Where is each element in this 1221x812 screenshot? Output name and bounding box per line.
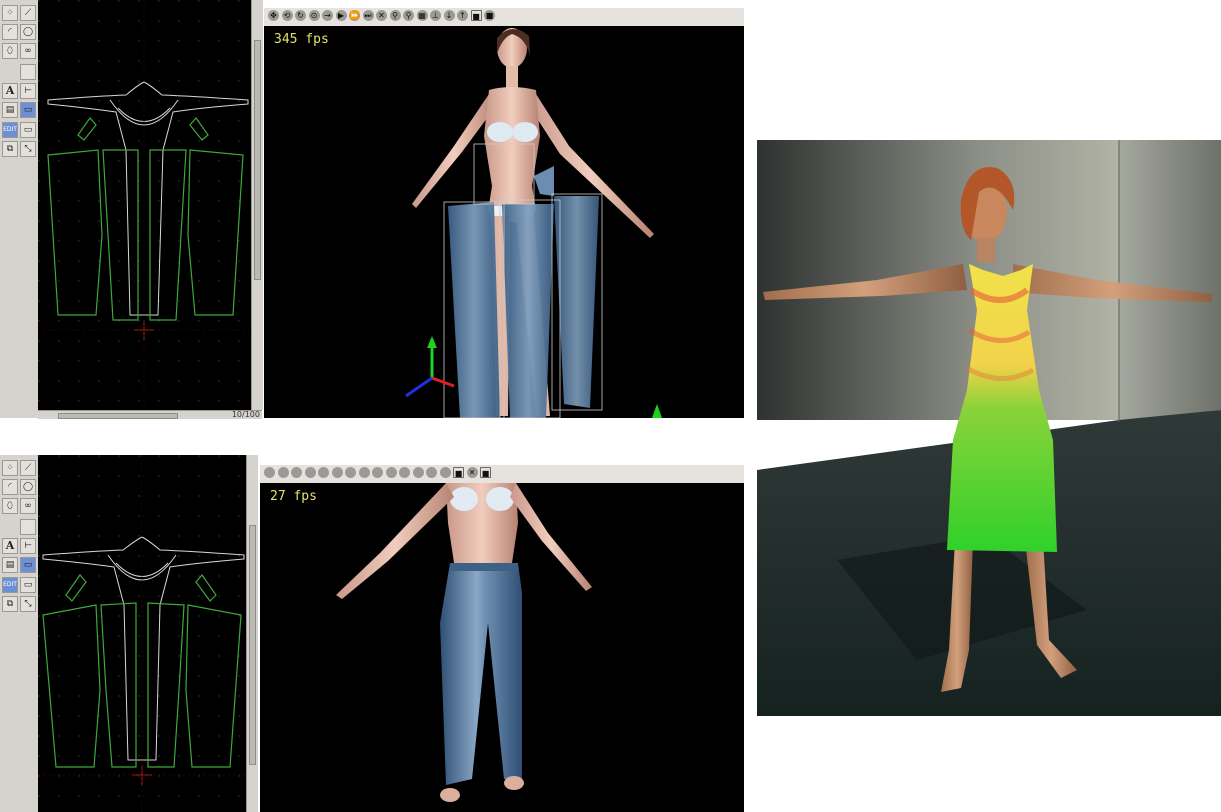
- viewport-toolbar: ✥ ⟲ ↻ ⊙ → ▶ ⏩ ⏭ ✕ ⚲ ⚲ ▦ ⊥ ↓ ↑ ■ ■: [264, 8, 744, 27]
- sim-icon[interactable]: [291, 467, 302, 478]
- window-icon[interactable]: ▭: [20, 557, 36, 573]
- record-icon[interactable]: ■: [480, 467, 491, 478]
- measure-icon[interactable]: ▭: [20, 122, 36, 138]
- record-icon[interactable]: ■: [470, 10, 482, 21]
- curve-icon[interactable]: ◜: [2, 24, 18, 40]
- 3d-viewport[interactable]: 345 fps: [264, 26, 744, 418]
- scroll-thumb[interactable]: [58, 413, 178, 419]
- ellipse-icon[interactable]: ⬯: [2, 498, 18, 514]
- circle-icon[interactable]: ◯: [20, 479, 36, 495]
- transform-icon[interactable]: ⤡: [20, 596, 36, 612]
- play-icon[interactable]: ▶: [335, 10, 347, 21]
- move-icon[interactable]: ✥: [268, 10, 279, 21]
- tool-palette: ⁘ ⟋ ◜ ◯ ⬯ ∞ A ⊢ ▤ ▭ EDIT ▭ ⧉ ⤡: [0, 455, 39, 812]
- symmetry-icon[interactable]: ∞: [20, 43, 36, 59]
- scroll-thumb[interactable]: [249, 525, 256, 765]
- pattern-vertical-scrollbar[interactable]: [251, 0, 263, 410]
- window-icon[interactable]: ▭: [20, 102, 36, 118]
- line-icon[interactable]: ⟋: [20, 5, 36, 21]
- sim-icon[interactable]: [304, 467, 316, 478]
- points-icon[interactable]: ⁘: [2, 460, 18, 476]
- stop-icon[interactable]: ■: [453, 467, 464, 478]
- symmetry-icon[interactable]: ∞: [20, 498, 36, 514]
- dress-render-image: [757, 140, 1221, 716]
- arrow-right-icon[interactable]: →: [322, 10, 333, 21]
- skip-icon[interactable]: ⏭: [362, 10, 374, 21]
- sim-icon[interactable]: [277, 467, 289, 478]
- blank-icon[interactable]: [20, 519, 36, 535]
- sim-icon[interactable]: [331, 467, 343, 478]
- pattern-horizontal-scrollbar[interactable]: 10/100: [38, 410, 262, 419]
- pattern-drawing: [38, 0, 251, 410]
- layer-icon[interactable]: ▤: [2, 102, 18, 118]
- grid-icon[interactable]: ▦: [416, 10, 428, 21]
- fps-counter: 27 fps: [270, 489, 317, 504]
- rotate-icon[interactable]: ⟲: [281, 10, 293, 21]
- circle-icon[interactable]: ◯: [20, 24, 36, 40]
- text-tool-icon[interactable]: A: [2, 538, 18, 554]
- 3d-viewport[interactable]: 27 fps: [260, 483, 744, 812]
- close-icon[interactable]: ✕: [466, 467, 478, 478]
- tool-palette: ⁘ ⟋ ◜ ◯ ⬯ ∞ A ⊢ ▤ ▭ EDIT ▭ ⧉ ⤡: [0, 0, 39, 418]
- cycle-icon[interactable]: ↻: [295, 10, 306, 21]
- seam-icon[interactable]: ⊢: [20, 538, 36, 554]
- blank-icon[interactable]: [20, 64, 36, 80]
- transform-icon[interactable]: ⤡: [20, 141, 36, 157]
- layer-icon[interactable]: ▤: [2, 557, 18, 573]
- arrow-up-icon[interactable]: ↑: [457, 10, 468, 21]
- edit-icon[interactable]: EDIT: [2, 122, 18, 138]
- sim-icon[interactable]: [426, 467, 437, 478]
- frame-counter: 10/100: [231, 410, 260, 419]
- sim-icon[interactable]: [372, 467, 383, 478]
- close-icon[interactable]: ✕: [376, 10, 387, 21]
- text-tool-icon[interactable]: A: [2, 83, 18, 99]
- pattern-canvas[interactable]: [38, 455, 246, 812]
- line-icon[interactable]: ⟋: [20, 460, 36, 476]
- walk-icon[interactable]: ⚲: [389, 10, 401, 21]
- duplicate-icon[interactable]: ⧉: [2, 596, 18, 612]
- duplicate-icon[interactable]: ⧉: [2, 141, 18, 157]
- pin-icon[interactable]: ⊥: [430, 10, 441, 21]
- sim-icon[interactable]: [385, 467, 397, 478]
- pattern-drawing: [38, 455, 246, 812]
- sim-icon[interactable]: [264, 467, 275, 478]
- sim-icon[interactable]: [412, 467, 424, 478]
- top-editor-panel: ⁘ ⟋ ◜ ◯ ⬯ ∞ A ⊢ ▤ ▭ EDIT ▭ ⧉ ⤡ 10/100 ✥ …: [0, 0, 745, 419]
- pattern-vertical-scrollbar[interactable]: [246, 455, 258, 812]
- seam-icon[interactable]: ⊢: [20, 83, 36, 99]
- stop-icon[interactable]: ■: [484, 10, 495, 21]
- ellipse-icon[interactable]: ⬯: [2, 43, 18, 59]
- fps-counter: 345 fps: [274, 32, 329, 47]
- sim-icon[interactable]: [318, 467, 329, 478]
- fast-forward-icon[interactable]: ⏩: [349, 10, 360, 21]
- edit-icon[interactable]: EDIT: [2, 577, 18, 593]
- avatar-render: [405, 28, 662, 418]
- viewport-toolbar: ■ ✕ ■: [260, 465, 744, 484]
- pattern-canvas[interactable]: [38, 0, 251, 410]
- rendered-scene: [757, 140, 1221, 716]
- bottom-editor-panel: ⁘ ⟋ ◜ ◯ ⬯ ∞ A ⊢ ▤ ▭ EDIT ▭ ⧉ ⤡ ■ ✕ ■ 27 …: [0, 455, 745, 812]
- scroll-thumb[interactable]: [254, 40, 261, 280]
- measure-icon[interactable]: ▭: [20, 577, 36, 593]
- arrow-down-icon[interactable]: ↓: [443, 10, 455, 21]
- sim-icon[interactable]: [439, 467, 451, 478]
- avatar-render: [336, 483, 592, 802]
- curve-icon[interactable]: ◜: [2, 479, 18, 495]
- reset-icon[interactable]: ⊙: [308, 10, 320, 21]
- sim-icon[interactable]: [358, 467, 370, 478]
- run-icon[interactable]: ⚲: [403, 10, 414, 21]
- sim-icon[interactable]: [399, 467, 410, 478]
- sim-icon[interactable]: [345, 467, 356, 478]
- points-icon[interactable]: ⁘: [2, 5, 18, 21]
